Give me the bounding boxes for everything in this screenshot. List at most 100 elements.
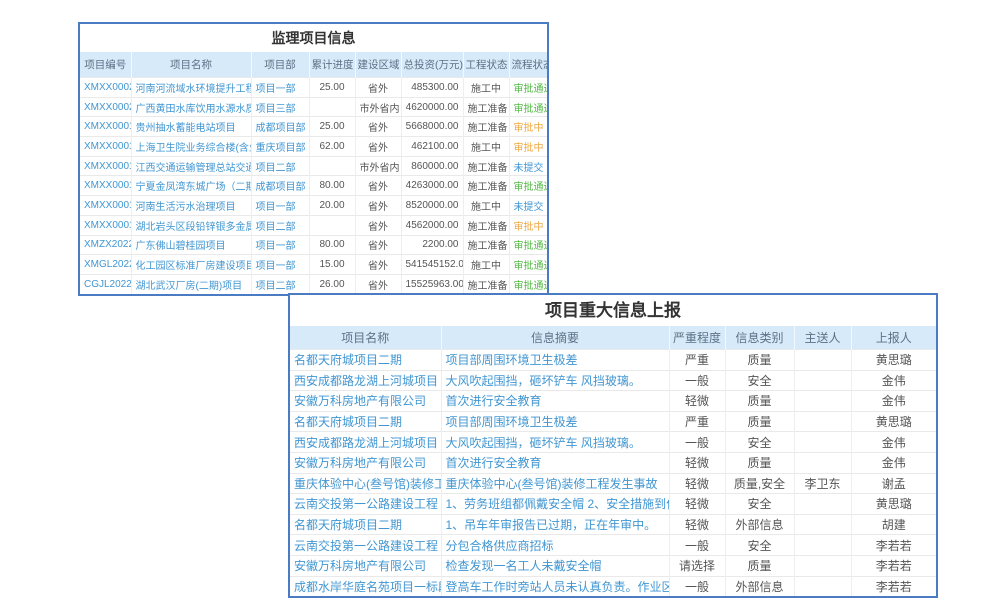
cell-id[interactable]: XMXX00018	[80, 137, 131, 157]
cell-recipient	[794, 391, 851, 412]
cell-dept[interactable]: 项目一部	[251, 78, 309, 98]
report-table-row: 云南交投第一公路建设工程分包合格供应商招标一般安全李若若	[290, 535, 936, 556]
cell-project[interactable]: 安徽万科房地产有限公司	[290, 452, 441, 473]
cell-id[interactable]: XMXX00015	[80, 196, 131, 216]
cell-name[interactable]: 化工园区标准厂房建设项目一期项目	[131, 255, 251, 275]
cell-name[interactable]: 江西交通运输管理总站交通枢纽及...	[131, 156, 251, 176]
cell-reporter: 金伟	[851, 432, 936, 453]
cell-recipient: 李卫东	[794, 473, 851, 494]
cell-project[interactable]: 云南交投第一公路建设工程	[290, 535, 441, 556]
cell-status: 施工准备	[463, 176, 509, 196]
cell-recipient	[794, 494, 851, 515]
col-header-recipient: 主送人	[794, 326, 851, 350]
cell-id[interactable]: XMXX00021	[80, 78, 131, 98]
cell-recipient	[794, 411, 851, 432]
cell-flow: 审批通过	[509, 176, 547, 196]
cell-region: 省外	[355, 137, 401, 157]
cell-dept[interactable]: 项目二部	[251, 215, 309, 235]
supervision-table-row: XMXX00017江西交通运输管理总站交通枢纽及...项目二部市外省内86000…	[80, 156, 547, 176]
cell-severity: 严重	[669, 411, 725, 432]
cell-dept[interactable]: 成都项目部	[251, 176, 309, 196]
cell-project[interactable]: 西安成都路龙湖上河城项目	[290, 370, 441, 391]
report-header-row: 项目名称 信息摘要 严重程度 信息类别 主送人 上报人	[290, 326, 936, 350]
report-table-row: 成都水岸华庭名苑项目一标段登高车工作时旁站人员未认真负责。作业区域缺乏警示标一般…	[290, 576, 936, 596]
cell-summary[interactable]: 1、吊车年审报告已过期，正在年审中。	[441, 514, 669, 535]
cell-summary[interactable]: 重庆体验中心(叁号馆)装修工程发生事故	[441, 473, 669, 494]
cell-project[interactable]: 成都水岸华庭名苑项目一标段	[290, 576, 441, 596]
cell-reporter: 谢孟	[851, 473, 936, 494]
report-table-row: 安徽万科房地产有限公司检查发现一名工人未戴安全帽请选择质量李若若	[290, 555, 936, 576]
cell-id[interactable]: XMGL20220...	[80, 255, 131, 275]
cell-project[interactable]: 西安成都路龙湖上河城项目	[290, 432, 441, 453]
report-table-row: 西安成都路龙湖上河城项目大风吹起围挡，砸坏铲车 风挡玻璃。一般安全金伟	[290, 370, 936, 391]
cell-name[interactable]: 湖北岩头区段铅锌银多金属矿开采...	[131, 215, 251, 235]
cell-project[interactable]: 重庆体验中心(叁号馆)装修工程	[290, 473, 441, 494]
cell-summary[interactable]: 首次进行安全教育	[441, 391, 669, 412]
cell-dept[interactable]: 项目二部	[251, 156, 309, 176]
major-info-report-table: 项目名称 信息摘要 严重程度 信息类别 主送人 上报人 名都天府城项目二期项目部…	[290, 326, 936, 596]
supervision-panel-title: 监理项目信息	[80, 24, 547, 52]
cell-summary[interactable]: 大风吹起围挡，砸坏铲车 风挡玻璃。	[441, 432, 669, 453]
cell-reporter: 李若若	[851, 535, 936, 556]
cell-status: 施工准备	[463, 117, 509, 137]
cell-name[interactable]: 湖北武汉厂房(二期)项目	[131, 274, 251, 293]
cell-dept[interactable]: 项目三部	[251, 97, 309, 117]
cell-summary[interactable]: 项目部周围环境卫生极差	[441, 411, 669, 432]
cell-progress: 25.00	[309, 78, 355, 98]
cell-project[interactable]: 名都天府城项目二期	[290, 350, 441, 371]
cell-name[interactable]: 广东佛山碧桂园项目	[131, 235, 251, 255]
cell-project[interactable]: 名都天府城项目二期	[290, 411, 441, 432]
cell-name[interactable]: 广西黄田水库饮用水源水质保护项目	[131, 97, 251, 117]
cell-summary[interactable]: 分包合格供应商招标	[441, 535, 669, 556]
cell-summary[interactable]: 项目部周围环境卫生极差	[441, 350, 669, 371]
cell-summary[interactable]: 大风吹起围挡，砸坏铲车 风挡玻璃。	[441, 370, 669, 391]
cell-project[interactable]: 名都天府城项目二期	[290, 514, 441, 535]
cell-project[interactable]: 安徽万科房地产有限公司	[290, 391, 441, 412]
cell-category: 安全	[725, 535, 794, 556]
cell-flow: 审批中	[509, 117, 547, 137]
cell-name[interactable]: 上海卫生院业务综合楼(含业务用...	[131, 137, 251, 157]
col-header-project-dept: 项目部	[251, 52, 309, 78]
cell-investment: 541545152.00	[401, 255, 463, 275]
cell-name[interactable]: 宁夏金凤湾东城广场（二期）工程	[131, 176, 251, 196]
report-table-row: 西安成都路龙湖上河城项目大风吹起围挡，砸坏铲车 风挡玻璃。一般安全金伟	[290, 432, 936, 453]
cell-progress: 20.00	[309, 196, 355, 216]
cell-project[interactable]: 云南交投第一公路建设工程	[290, 494, 441, 515]
cell-reporter: 金伟	[851, 370, 936, 391]
cell-investment: 4562000.00	[401, 215, 463, 235]
cell-id[interactable]: XMXX00017	[80, 156, 131, 176]
cell-dept[interactable]: 项目一部	[251, 235, 309, 255]
cell-category: 质量	[725, 452, 794, 473]
cell-id[interactable]: CGJL202205...	[80, 274, 131, 293]
cell-dept[interactable]: 成都项目部	[251, 117, 309, 137]
col-header-project-name: 项目名称	[290, 326, 441, 350]
cell-status: 施工准备	[463, 156, 509, 176]
cell-name[interactable]: 河南河流域水环境提升工程	[131, 78, 251, 98]
supervision-table-row: CGJL202205...湖北武汉厂房(二期)项目项目二部26.00省外1552…	[80, 274, 547, 293]
cell-id[interactable]: XMZX20220...	[80, 235, 131, 255]
cell-name[interactable]: 贵州抽水蓄能电站项目	[131, 117, 251, 137]
cell-dept[interactable]: 项目二部	[251, 274, 309, 293]
cell-id[interactable]: XMXX00016	[80, 176, 131, 196]
cell-investment: 15525963.00	[401, 274, 463, 293]
cell-summary[interactable]: 登高车工作时旁站人员未认真负责。作业区域缺乏警示标	[441, 576, 669, 596]
cell-id[interactable]: XMXX00014	[80, 215, 131, 235]
cell-dept[interactable]: 项目一部	[251, 196, 309, 216]
cell-progress: 25.00	[309, 117, 355, 137]
cell-summary[interactable]: 首次进行安全教育	[441, 452, 669, 473]
cell-id[interactable]: XMXX00020	[80, 97, 131, 117]
cell-name[interactable]: 河南生活污水治理项目	[131, 196, 251, 216]
cell-reporter: 金伟	[851, 452, 936, 473]
cell-dept[interactable]: 重庆项目部	[251, 137, 309, 157]
cell-severity: 一般	[669, 432, 725, 453]
cell-dept[interactable]: 项目一部	[251, 255, 309, 275]
cell-region: 省外	[355, 274, 401, 293]
cell-summary[interactable]: 1、劳务班组都佩戴安全帽 2、安全措施到位	[441, 494, 669, 515]
cell-progress: 15.00	[309, 255, 355, 275]
cell-project[interactable]: 安徽万科房地产有限公司	[290, 555, 441, 576]
cell-id[interactable]: XMXX00019	[80, 117, 131, 137]
cell-summary[interactable]: 检查发现一名工人未戴安全帽	[441, 555, 669, 576]
cell-status: 施工准备	[463, 274, 509, 293]
cell-recipient	[794, 535, 851, 556]
cell-region: 市外省内	[355, 156, 401, 176]
